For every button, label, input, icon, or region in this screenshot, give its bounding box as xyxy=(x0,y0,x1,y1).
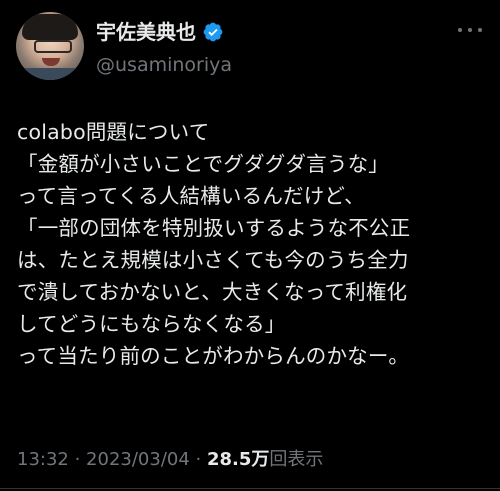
tweet-meta: 13:32 · 2023/03/04 · 28.5万回表示 xyxy=(17,448,323,472)
avatar-shirt xyxy=(16,68,84,80)
tweet-text: colabo問題について 「金額が小さいことでグダグダ言うな」 って言ってくる人… xyxy=(17,116,487,372)
tweet-date[interactable]: 2023/03/04 xyxy=(86,449,190,470)
tweet-time[interactable]: 13:32 xyxy=(17,449,69,470)
avatar-hair xyxy=(22,14,78,40)
avatar-mouth xyxy=(42,58,60,66)
tweet-line: は、たとえ規模は小さくても今のうち全力 xyxy=(17,248,409,272)
dot-icon xyxy=(468,28,472,32)
tweet-line: してどうにもならなくなる」 xyxy=(17,312,286,336)
tweet-line: で潰しておかないと、大きくなって利権化 xyxy=(17,280,408,304)
meta-separator: · xyxy=(189,449,207,470)
divider xyxy=(0,488,500,489)
view-count[interactable]: 28.5万 xyxy=(207,449,269,470)
avatar[interactable] xyxy=(16,12,84,80)
tweet-line: って言ってくる人結構いるんだけど、 xyxy=(17,184,365,208)
author-display-name[interactable]: 宇佐美典也 xyxy=(96,20,196,44)
tweet-line: colabo問題について xyxy=(17,120,210,144)
dot-icon xyxy=(478,28,482,32)
view-count-label: 回表示 xyxy=(269,449,324,470)
tweet-line: って当たり前のことがわからんのかなー。 xyxy=(17,344,410,368)
tweet-line: 「金額が小さいことでグダグダ言うな」 xyxy=(17,152,389,176)
author-name-row[interactable]: 宇佐美典也 xyxy=(96,20,224,44)
meta-separator: · xyxy=(68,449,87,470)
more-options-icon[interactable] xyxy=(458,26,482,34)
tweet-card: 宇佐美典也 @usaminoriya colabo問題について 「金額が小さいこ… xyxy=(0,0,500,491)
tweet-line: 「一部の団体を特別扱いするような不公正 xyxy=(17,216,411,240)
verified-badge-icon xyxy=(203,22,223,42)
author-handle[interactable]: @usaminoriya xyxy=(96,54,232,76)
dot-icon xyxy=(458,28,462,32)
avatar-glasses xyxy=(34,40,72,53)
